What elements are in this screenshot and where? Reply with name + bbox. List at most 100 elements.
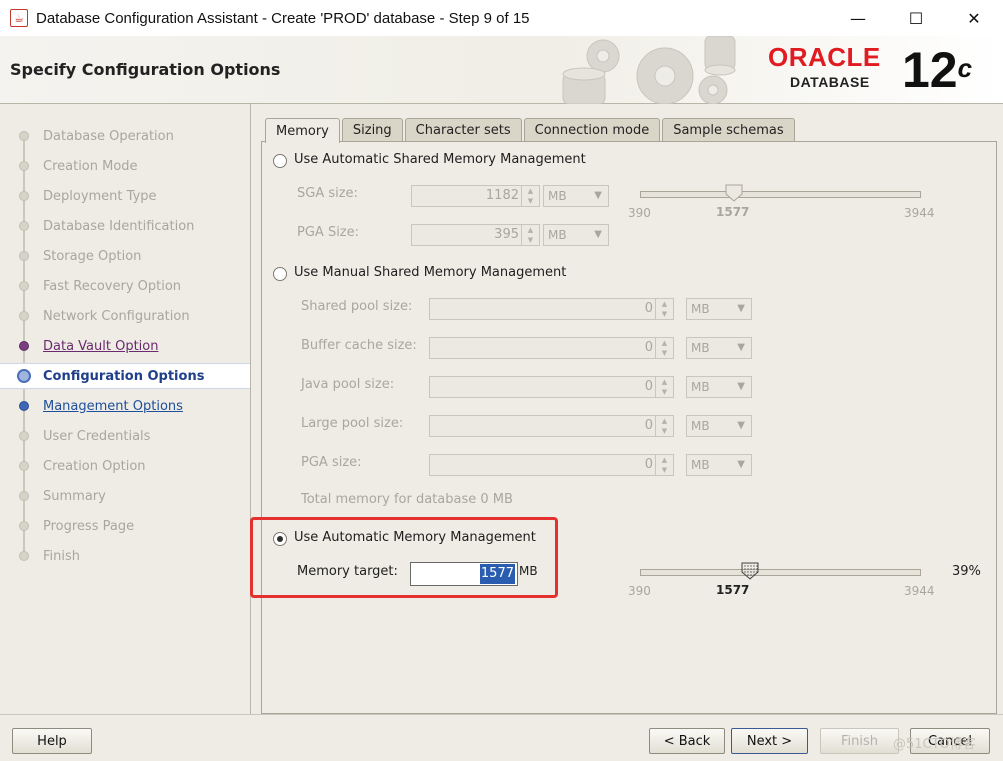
chevron-down-icon: ▼: [737, 303, 745, 314]
manual-pga-input[interactable]: 0 ▲ ▼: [429, 454, 674, 476]
nav-step-fast-recovery-option: Fast Recovery Option: [0, 273, 250, 299]
amm-slider-min: 390: [628, 584, 651, 598]
nav-step-configuration-options: Configuration Options: [0, 363, 250, 389]
shared-pool-label: Shared pool size:: [301, 299, 413, 314]
tab-memory[interactable]: Memory: [265, 118, 340, 143]
tab-sizing[interactable]: Sizing: [341, 118, 403, 142]
nav-step-finish: Finish: [0, 543, 250, 569]
nav-step-database-identification: Database Identification: [0, 213, 250, 239]
page-header: Specify Configuration Options ORACLE DAT…: [0, 36, 1003, 104]
total-memory-text: Total memory for database 0 MB: [301, 492, 513, 507]
chevron-down-icon: ▼: [737, 459, 745, 470]
asmm-slider-max: 3944: [904, 206, 935, 220]
nav-step-progress-page: Progress Page: [0, 513, 250, 539]
manual-pga-unit-select[interactable]: MB ▼: [686, 454, 752, 476]
buffer-cache-input[interactable]: 0 ▲ ▼: [429, 337, 674, 359]
sga-unit-select[interactable]: MB ▼: [543, 185, 609, 207]
amm-slider-thumb[interactable]: [741, 562, 759, 580]
oracle-logo-sub: DATABASE: [790, 74, 870, 90]
button-bar: Help < Back Next > Finish Cancel: [0, 714, 1003, 761]
amm-label[interactable]: Use Automatic Memory Management: [294, 530, 536, 545]
close-button[interactable]: ✕: [945, 0, 1003, 36]
tab-sample-schemas[interactable]: Sample schemas: [662, 118, 795, 142]
version-suffix: c: [957, 53, 973, 83]
window-title: Database Configuration Assistant - Creat…: [36, 9, 530, 27]
step-navigation: Database Operation Creation Mode Deploym…: [0, 104, 251, 714]
large-pool-input[interactable]: 0 ▲ ▼: [429, 415, 674, 437]
minimize-button[interactable]: —: [829, 0, 887, 36]
sga-size-input[interactable]: 1182 ▲ ▼: [411, 185, 540, 207]
java-pool-unit-select[interactable]: MB ▼: [686, 376, 752, 398]
shared-pool-input[interactable]: 0 ▲ ▼: [429, 298, 674, 320]
pga-unit-select[interactable]: MB ▼: [543, 224, 609, 246]
shared-pool-unit-select[interactable]: MB ▼: [686, 298, 752, 320]
manual-smm-label[interactable]: Use Manual Shared Memory Management: [294, 265, 566, 280]
chevron-down-icon: ▼: [737, 342, 745, 353]
nav-step-management-options[interactable]: Management Options: [0, 393, 250, 419]
manual-smm-radio[interactable]: [273, 267, 287, 281]
memory-target-unit: MB: [519, 564, 538, 578]
amm-radio[interactable]: [273, 532, 287, 546]
asmm-radio[interactable]: [273, 154, 287, 168]
oracle-logo-word: ORACLE: [768, 42, 881, 72]
manual-pga-stepper[interactable]: ▲ ▼: [655, 455, 673, 475]
window-controls: — ☐ ✕: [829, 0, 1003, 36]
memory-target-label: Memory target:: [297, 564, 398, 579]
amm-slider-track[interactable]: [640, 569, 921, 576]
tab-character-sets[interactable]: Character sets: [404, 118, 522, 142]
chevron-down-icon: ▼: [594, 190, 602, 201]
next-button[interactable]: Next >: [731, 728, 808, 754]
buffer-cache-label: Buffer cache size:: [301, 338, 417, 353]
nav-step-database-operation: Database Operation: [0, 123, 250, 149]
chevron-down-icon: ▼: [737, 420, 745, 431]
buffer-cache-unit-select[interactable]: MB ▼: [686, 337, 752, 359]
chevron-down-icon: ▼: [737, 381, 745, 392]
shared-pool-stepper[interactable]: ▲ ▼: [655, 299, 673, 319]
memory-target-value: 1577: [479, 564, 515, 584]
help-button[interactable]: Help: [12, 728, 92, 754]
asmm-slider-min: 390: [628, 206, 651, 220]
gears-illustration-icon: [562, 36, 736, 104]
java-pool-label: Java pool size:: [301, 377, 395, 392]
oracle-logo: ORACLE DATABASE: [768, 44, 898, 96]
large-pool-stepper[interactable]: ▲ ▼: [655, 416, 673, 436]
nav-step-user-credentials: User Credentials: [0, 423, 250, 449]
buffer-cache-stepper[interactable]: ▲ ▼: [655, 338, 673, 358]
nav-step-network-configuration: Network Configuration: [0, 303, 250, 329]
sga-size-stepper[interactable]: ▲ ▼: [521, 186, 539, 206]
version-number: 12: [902, 42, 958, 98]
pga-size-label: PGA Size:: [297, 225, 360, 240]
sga-size-value: 1182: [485, 188, 519, 203]
maximize-button[interactable]: ☐: [887, 0, 945, 36]
pga-size-value: 395: [494, 227, 519, 242]
nav-step-creation-mode: Creation Mode: [0, 153, 250, 179]
nav-step-summary: Summary: [0, 483, 250, 509]
version-badge: 12c: [902, 42, 972, 98]
asmm-slider-thumb[interactable]: [725, 184, 743, 202]
tab-connection-mode[interactable]: Connection mode: [523, 118, 661, 142]
amm-percent: 39%: [952, 564, 981, 579]
window-title-bar: ☕ Database Configuration Assistant - Cre…: [0, 0, 1003, 36]
amm-slider-max: 3944: [904, 584, 935, 598]
asmm-label[interactable]: Use Automatic Shared Memory Management: [294, 152, 586, 167]
page-title: Specify Configuration Options: [10, 60, 281, 79]
finish-button[interactable]: Finish: [820, 728, 899, 754]
back-button[interactable]: < Back: [649, 728, 725, 754]
nav-step-deployment-type: Deployment Type: [0, 183, 250, 209]
sga-size-label: SGA size:: [297, 186, 358, 201]
manual-pga-label: PGA size:: [301, 455, 362, 470]
pga-size-stepper[interactable]: ▲ ▼: [521, 225, 539, 245]
chevron-down-icon: ▼: [594, 229, 602, 240]
pga-size-input[interactable]: 395 ▲ ▼: [411, 224, 540, 246]
nav-step-creation-option: Creation Option: [0, 453, 250, 479]
large-pool-unit-select[interactable]: MB ▼: [686, 415, 752, 437]
tab-bar: Memory Sizing Character sets Connection …: [265, 118, 797, 143]
java-pool-stepper[interactable]: ▲ ▼: [655, 377, 673, 397]
java-cup-icon: ☕: [10, 9, 28, 27]
asmm-slider-track[interactable]: [640, 191, 921, 198]
memory-target-input[interactable]: 1577: [410, 562, 518, 586]
amm-slider-value: 1577: [716, 583, 750, 597]
nav-step-data-vault-option[interactable]: Data Vault Option: [0, 333, 250, 359]
large-pool-label: Large pool size:: [301, 416, 404, 431]
java-pool-input[interactable]: 0 ▲ ▼: [429, 376, 674, 398]
